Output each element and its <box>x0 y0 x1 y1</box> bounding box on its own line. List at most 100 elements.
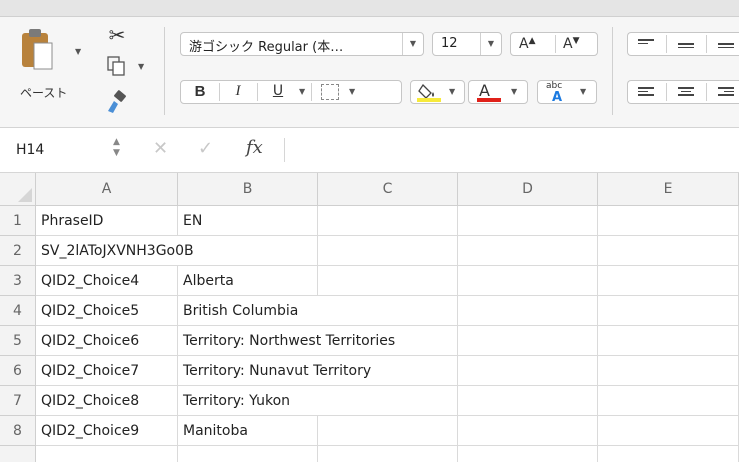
cell-C8[interactable] <box>318 416 458 446</box>
cell-E6[interactable] <box>598 356 739 386</box>
cell-A2[interactable]: SV_2lAToJXVNH3Go0B <box>36 236 318 266</box>
font-color-button[interactable]: A ▼ <box>468 80 528 104</box>
underline-button[interactable]: U <box>261 83 295 99</box>
cell-E1[interactable] <box>598 206 739 236</box>
bold-button[interactable]: B <box>183 83 217 100</box>
cell-B3[interactable]: Alberta <box>178 266 318 296</box>
align-center-icon[interactable] <box>678 85 694 99</box>
row-header[interactable]: 1 <box>0 206 36 236</box>
cell-C1[interactable] <box>318 206 458 236</box>
chevron-down-icon[interactable]: ▼ <box>480 33 501 55</box>
row-header[interactable]: 4 <box>0 296 36 326</box>
cell-E3[interactable] <box>598 266 739 296</box>
cell-D5[interactable] <box>458 326 598 356</box>
font-size-select[interactable]: 12 ▼ <box>432 32 502 56</box>
row-header[interactable]: 3 <box>0 266 36 296</box>
cell-D4[interactable] <box>458 296 598 326</box>
column-header-B[interactable]: B <box>178 173 318 206</box>
cell-B1[interactable]: EN <box>178 206 318 236</box>
cell-B7[interactable]: Territory: Yukon <box>178 386 458 416</box>
copy-icon[interactable] <box>106 55 128 77</box>
cell-E2[interactable] <box>598 236 739 266</box>
cell-B9[interactable] <box>178 446 318 462</box>
paste-dropdown-icon[interactable]: ▼ <box>75 47 81 56</box>
cell-A5[interactable]: QID2_Choice6 <box>36 326 178 356</box>
cell-D2[interactable] <box>458 236 598 266</box>
font-color-swatch <box>477 98 501 102</box>
chevron-down-icon[interactable]: ▼ <box>402 33 423 55</box>
cell-C9[interactable] <box>318 446 458 462</box>
insert-function-icon[interactable]: fx <box>246 137 263 158</box>
align-top-icon[interactable] <box>638 37 654 51</box>
text-direction-button[interactable]: abc A ▼ <box>537 80 597 105</box>
cell-D9[interactable] <box>458 446 598 462</box>
cell-A6[interactable]: QID2_Choice7 <box>36 356 178 386</box>
cell-A7[interactable]: QID2_Choice8 <box>36 386 178 416</box>
cell-C3[interactable] <box>318 266 458 296</box>
spreadsheet-grid[interactable]: A B C D E 1 PhraseID EN 2 SV_2lAToJXVNH3… <box>0 173 739 462</box>
column-header-A[interactable]: A <box>36 173 178 206</box>
row-header[interactable]: 7 <box>0 386 36 416</box>
column-header-D[interactable]: D <box>458 173 598 206</box>
cell-D1[interactable] <box>458 206 598 236</box>
text-direction-icon: A <box>552 90 563 105</box>
name-box-stepper-icon[interactable]: ▲ ▼ <box>113 137 120 159</box>
cell-B8[interactable]: Manitoba <box>178 416 318 446</box>
cell-A1[interactable]: PhraseID <box>36 206 178 236</box>
align-left-icon[interactable] <box>638 85 654 99</box>
cell-D7[interactable] <box>458 386 598 416</box>
cancel-icon[interactable]: ✕ <box>153 138 168 159</box>
cell-B6[interactable]: Territory: Nunavut Territory <box>178 356 458 386</box>
cell-E9[interactable] <box>598 446 739 462</box>
font-color-dropdown-icon[interactable]: ▼ <box>511 81 517 103</box>
cell-E8[interactable] <box>598 416 739 446</box>
format-painter-icon[interactable] <box>103 89 129 115</box>
ribbon-home: ▼ ペースト ✂ ▼ 游ゴシック Regular (本… ▼ 12 ▼ A▲ A… <box>0 17 739 128</box>
cell-E5[interactable] <box>598 326 739 356</box>
cut-icon[interactable]: ✂ <box>105 23 129 47</box>
cell-D6[interactable] <box>458 356 598 386</box>
cell-E7[interactable] <box>598 386 739 416</box>
cell-D8[interactable] <box>458 416 598 446</box>
align-right-icon[interactable] <box>718 85 734 99</box>
vertical-align-group <box>627 32 739 56</box>
font-name-select[interactable]: 游ゴシック Regular (本… ▼ <box>180 32 424 56</box>
align-bottom-icon[interactable] <box>718 41 734 55</box>
paste-button[interactable] <box>20 27 54 71</box>
cell-A9[interactable] <box>36 446 178 462</box>
row-header[interactable]: 5 <box>0 326 36 356</box>
text-direction-dropdown-icon[interactable]: ▼ <box>580 81 586 103</box>
borders-dropdown-icon[interactable]: ▼ <box>349 81 355 103</box>
cell-E4[interactable] <box>598 296 739 326</box>
enter-icon[interactable]: ✓ <box>198 138 213 159</box>
window-titlebar <box>0 0 739 17</box>
name-box[interactable]: H14 ▲ ▼ <box>0 128 133 172</box>
italic-button[interactable]: I <box>221 83 255 100</box>
increase-font-size-button[interactable]: A▲ <box>519 36 536 52</box>
column-header-C[interactable]: C <box>318 173 458 206</box>
fill-color-dropdown-icon[interactable]: ▼ <box>449 81 455 103</box>
paste-label: ペースト <box>20 86 68 100</box>
row-header[interactable]: 2 <box>0 236 36 266</box>
underline-dropdown-icon[interactable]: ▼ <box>299 81 305 103</box>
row-header[interactable]: 8 <box>0 416 36 446</box>
borders-icon[interactable] <box>321 84 339 100</box>
column-header-E[interactable]: E <box>598 173 739 206</box>
cell-A8[interactable]: QID2_Choice9 <box>36 416 178 446</box>
row-header[interactable]: 6 <box>0 356 36 386</box>
font-size-adjust-group: A▲ A▼ <box>510 32 598 56</box>
select-all-corner[interactable] <box>0 173 36 206</box>
cell-C2[interactable] <box>318 236 458 266</box>
cell-B5[interactable]: Territory: Northwest Territories <box>178 326 458 356</box>
align-middle-icon[interactable] <box>678 41 694 55</box>
copy-dropdown-icon[interactable]: ▼ <box>138 62 144 71</box>
decrease-font-size-button[interactable]: A▼ <box>563 36 580 52</box>
cell-A4[interactable]: QID2_Choice5 <box>36 296 178 326</box>
paste-icon <box>22 29 53 70</box>
cell-B4[interactable]: British Columbia <box>178 296 458 326</box>
fill-color-button[interactable]: ▼ <box>410 80 465 104</box>
row-header-partial[interactable] <box>0 446 36 462</box>
cell-A3[interactable]: QID2_Choice4 <box>36 266 178 296</box>
fill-color-swatch <box>417 98 441 102</box>
cell-D3[interactable] <box>458 266 598 296</box>
